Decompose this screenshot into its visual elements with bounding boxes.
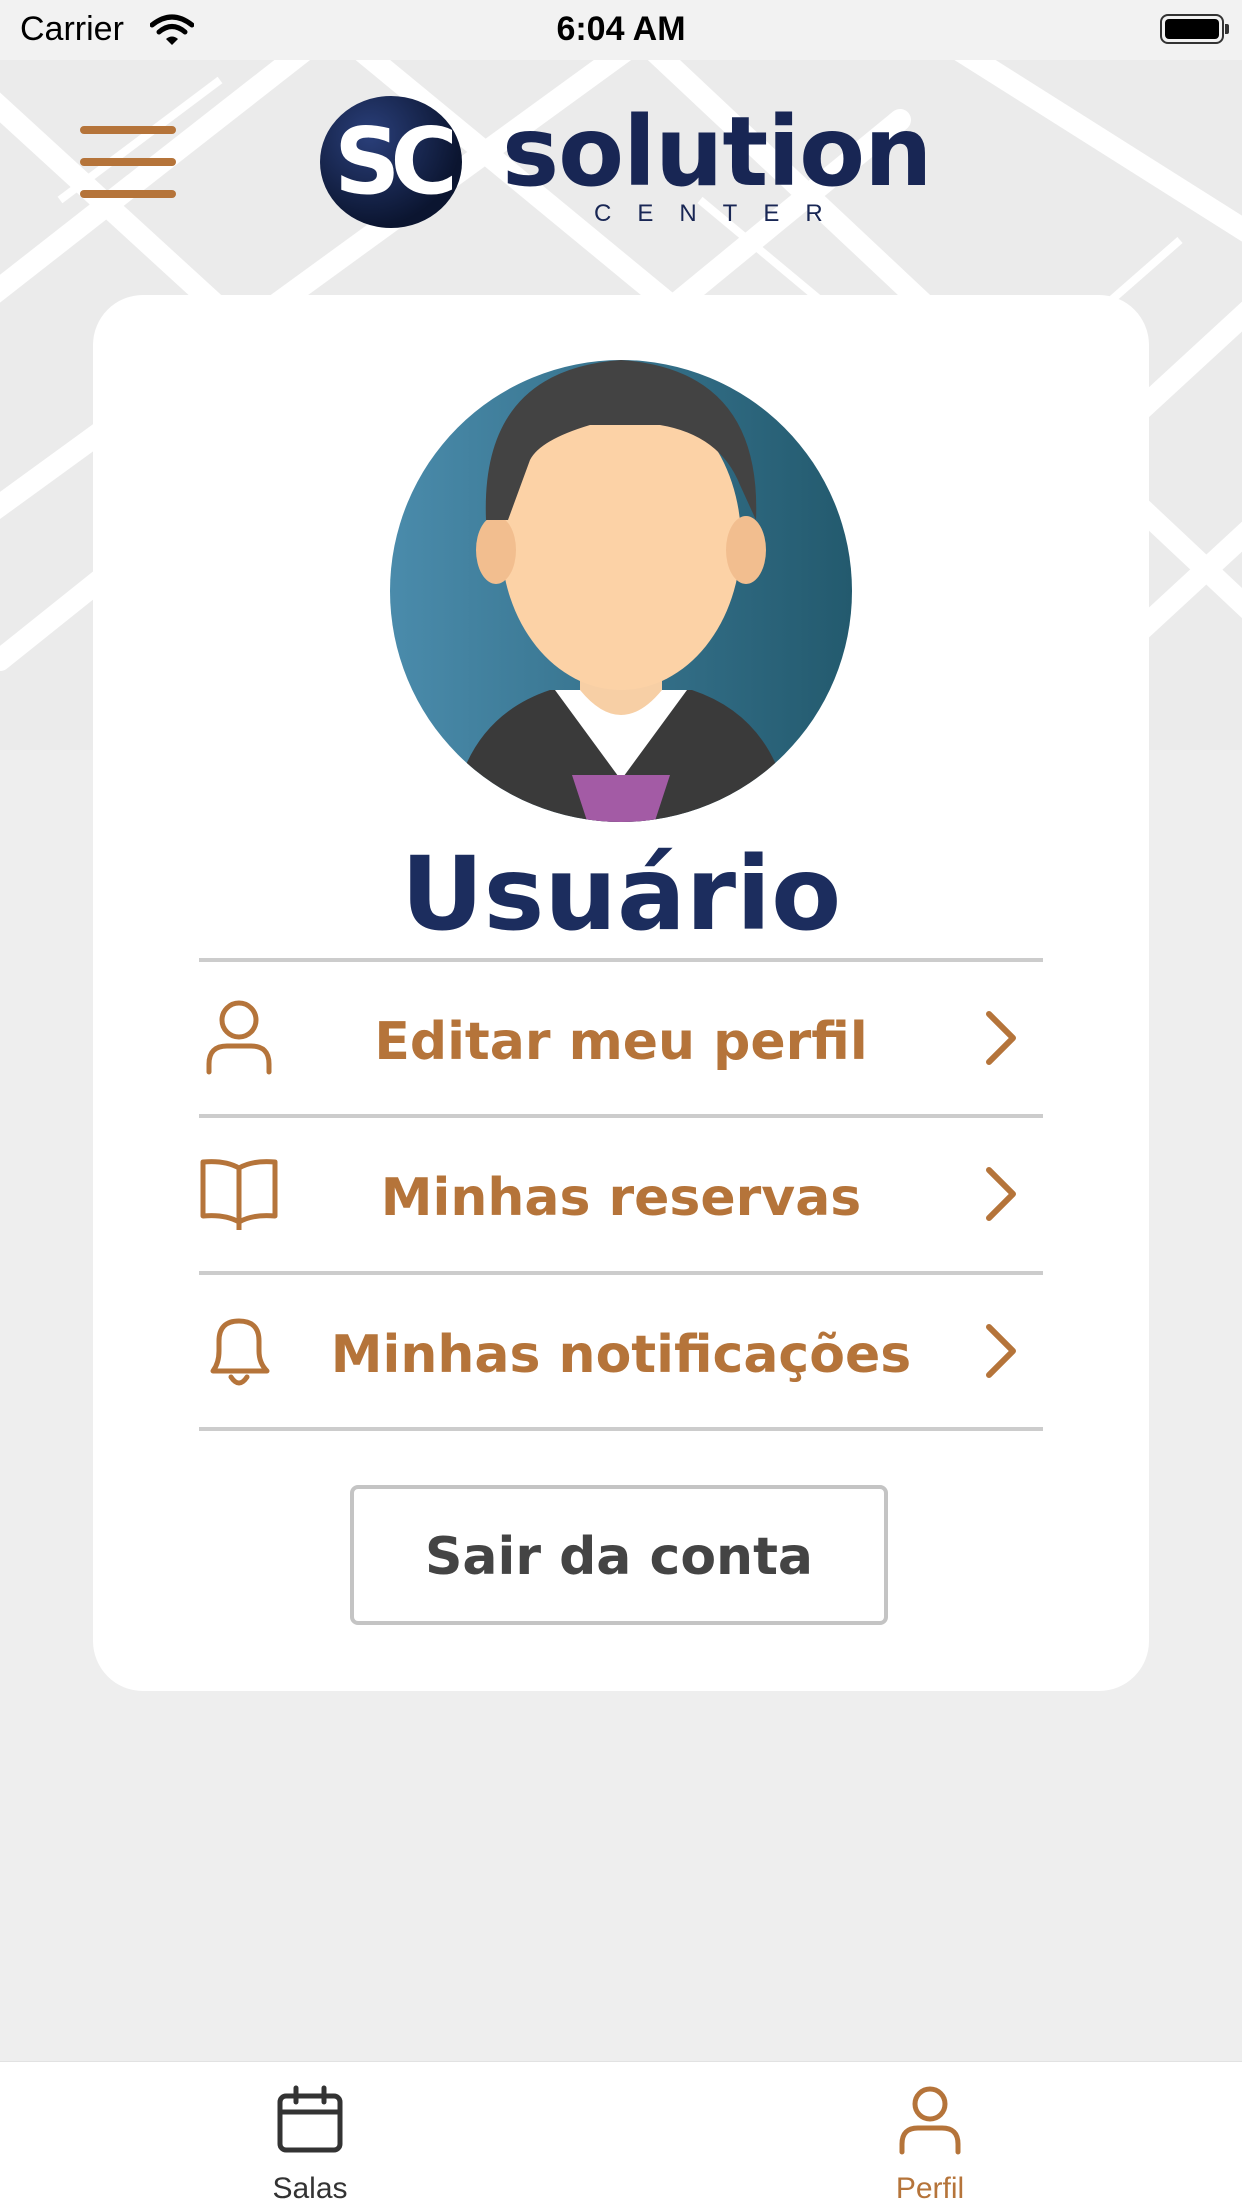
menu-button[interactable] xyxy=(80,126,176,198)
user-name: Usuário xyxy=(400,835,842,954)
profile-card: Usuário Editar meu perfil Minhas reserva… xyxy=(93,295,1149,1691)
avatar xyxy=(390,360,852,822)
app-logo: SC solution CENTER xyxy=(320,96,932,236)
menu-item-edit-profile[interactable]: Editar meu perfil xyxy=(199,962,1043,1112)
chevron-right-icon xyxy=(981,1166,1021,1222)
tab-label: Perfil xyxy=(895,2172,965,2205)
tab-bar: Salas Perfil xyxy=(0,2061,1242,2209)
logo-subtitle: CENTER xyxy=(594,200,849,227)
menu-item-notifications[interactable]: Minhas notificações xyxy=(199,1275,1043,1425)
logo-mark-text: SC xyxy=(334,108,458,215)
menu-item-reservations[interactable]: Minhas reservas xyxy=(199,1118,1043,1268)
logout-label: Sair da conta xyxy=(424,1527,814,1587)
chevron-right-icon xyxy=(981,1010,1021,1066)
logo-mark: SC xyxy=(320,96,462,228)
menu-item-label: Minhas reservas xyxy=(380,1168,862,1228)
menu-item-label: Editar meu perfil xyxy=(374,1012,868,1072)
calendar-icon xyxy=(274,2084,346,2156)
tab-salas[interactable]: Salas xyxy=(160,2062,460,2209)
tab-label: Salas xyxy=(272,2172,348,2205)
status-bar: Carrier 6:04 AM xyxy=(0,0,1242,60)
user-icon xyxy=(894,2084,966,2156)
menu-item-label: Minhas notificações xyxy=(330,1325,912,1385)
logo-wordmark: solution xyxy=(502,96,932,208)
chevron-right-icon xyxy=(981,1323,1021,1379)
tab-perfil[interactable]: Perfil xyxy=(780,2062,1080,2209)
status-time: 6:04 AM xyxy=(556,10,686,48)
battery-icon xyxy=(1160,14,1229,44)
divider xyxy=(199,1427,1043,1431)
logout-button[interactable]: Sair da conta xyxy=(350,1485,888,1625)
